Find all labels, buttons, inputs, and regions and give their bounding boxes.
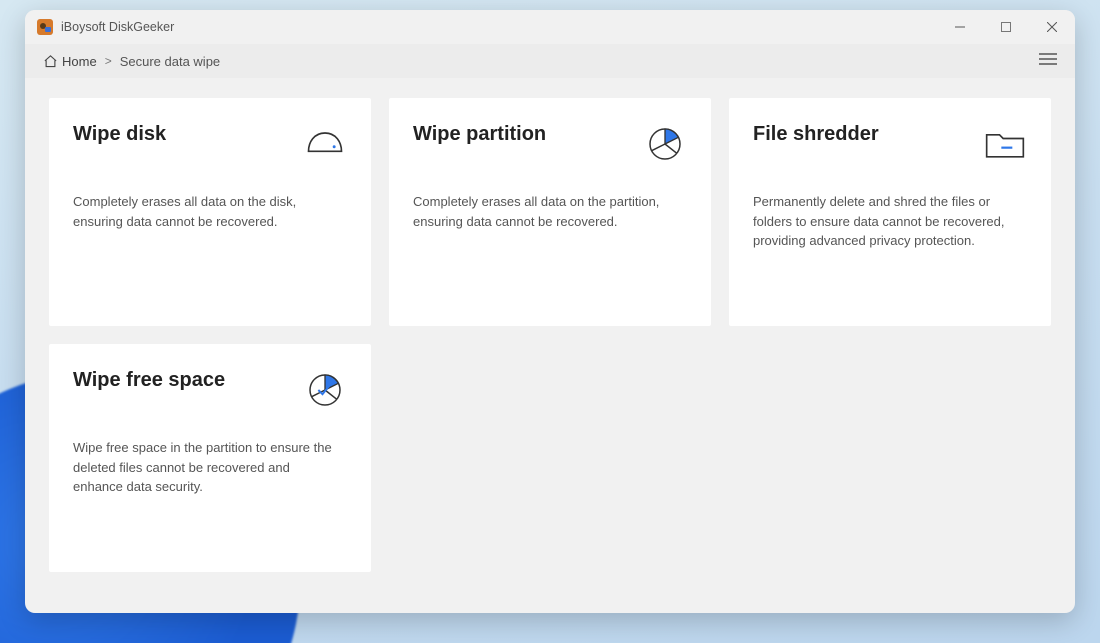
- card-title: File shredder: [753, 122, 879, 146]
- card-description: Completely erases all data on the partit…: [413, 192, 673, 231]
- maximize-button[interactable]: [983, 10, 1029, 44]
- app-title: iBoysoft DiskGeeker: [61, 20, 174, 34]
- card-grid: Wipe disk Completely erases all data on …: [49, 98, 1051, 572]
- card-header: Wipe free space: [73, 368, 347, 412]
- card-title: Wipe partition: [413, 122, 546, 146]
- content-area: Wipe disk Completely erases all data on …: [25, 78, 1075, 613]
- card-header: File shredder: [753, 122, 1027, 166]
- card-file-shredder[interactable]: File shredder Permanently delete and shr…: [729, 98, 1051, 326]
- card-title: Wipe disk: [73, 122, 166, 146]
- breadcrumb-current: Secure data wipe: [120, 54, 220, 69]
- folder-minus-icon: [983, 122, 1027, 166]
- card-wipe-free-space[interactable]: Wipe free space Wipe free space in the p…: [49, 344, 371, 572]
- app-window: iBoysoft DiskGeeker Home > Secure data w…: [25, 10, 1075, 613]
- card-header: Wipe partition: [413, 122, 687, 166]
- close-button[interactable]: [1029, 10, 1075, 44]
- breadcrumb-home-label: Home: [62, 54, 97, 69]
- card-description: Completely erases all data on the disk, …: [73, 192, 333, 231]
- breadcrumb-home[interactable]: Home: [43, 54, 97, 69]
- card-title: Wipe free space: [73, 368, 225, 392]
- disk-icon: [303, 122, 347, 166]
- hamburger-menu-button[interactable]: [1039, 52, 1057, 71]
- breadcrumb-bar: Home > Secure data wipe: [25, 44, 1075, 78]
- card-description: Wipe free space in the partition to ensu…: [73, 438, 333, 497]
- pie-chart-check-icon: [303, 368, 347, 412]
- breadcrumb-separator: >: [105, 54, 112, 68]
- card-description: Permanently delete and shred the files o…: [753, 192, 1013, 251]
- card-header: Wipe disk: [73, 122, 347, 166]
- card-wipe-disk[interactable]: Wipe disk Completely erases all data on …: [49, 98, 371, 326]
- app-icon: [37, 19, 53, 35]
- window-controls: [937, 10, 1075, 44]
- pie-chart-icon: [643, 122, 687, 166]
- card-wipe-partition[interactable]: Wipe partition Completely erases all dat…: [389, 98, 711, 326]
- titlebar: iBoysoft DiskGeeker: [25, 10, 1075, 44]
- minimize-button[interactable]: [937, 10, 983, 44]
